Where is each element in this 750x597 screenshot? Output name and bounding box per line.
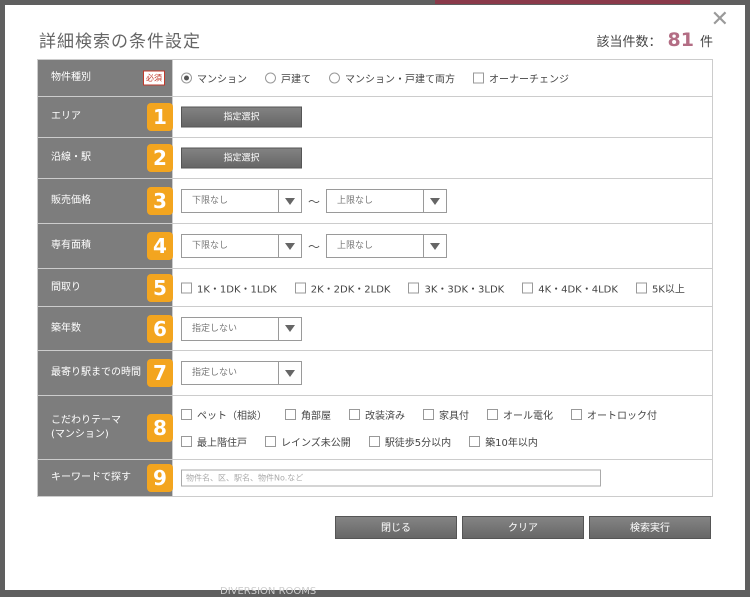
step-number-badge: 2 [147, 144, 173, 172]
keyword-label: キーワードで探す [51, 472, 131, 483]
checkbox-icon [181, 435, 192, 447]
price-label: 販売価格 [51, 195, 91, 206]
step-number-badge: 8 [147, 413, 173, 442]
page-title: 詳細検索の条件設定 [39, 32, 201, 52]
radio-both[interactable]: マンション・戸建て両方 [329, 71, 455, 86]
row-station-time: 最寄り駅までの時間 7 指定しない [37, 350, 713, 396]
dropdown-arrow-icon [278, 362, 301, 384]
checkbox-icon [181, 408, 192, 420]
checkbox-icon [285, 408, 296, 420]
price-max-select[interactable]: 上限なし [326, 189, 448, 213]
row-layout: 間取り 5 1K・1DK・1LDK 2K・2DK・2LDK 3K・3DK・3LD… [37, 268, 713, 307]
result-count-unit: 件 [699, 35, 713, 50]
result-count: 該当件数： 81 件 [597, 29, 713, 51]
checkbox-pet[interactable]: ペット（相談） [181, 407, 267, 422]
checkbox-furnished[interactable]: 家具付 [423, 407, 469, 422]
checkbox-icon [368, 435, 380, 447]
line-select-button[interactable]: 指定選択 [181, 147, 302, 169]
checkbox-reins-unlisted[interactable]: レインズ未公開 [265, 434, 351, 449]
row-floor-area: 専有面積 4 下限なし ～ 上限なし [37, 223, 713, 269]
age-select[interactable]: 指定しない [181, 316, 302, 341]
radio-house[interactable]: 戸建て [265, 71, 311, 86]
background-text: DIVERSION ROOMS [220, 586, 317, 597]
background-header-bar [435, 0, 690, 4]
step-number-badge: 4 [147, 232, 173, 260]
checkbox-5k[interactable]: 5K以上 [635, 280, 685, 295]
checkbox-icon [469, 435, 481, 447]
age-label: 築年数 [51, 322, 81, 334]
checkbox-corner-room[interactable]: 角部屋 [285, 407, 331, 422]
station-time-label: 最寄り駅までの時間 [51, 367, 141, 378]
checkbox-within-10yrs[interactable]: 築10年以内 [469, 434, 538, 449]
search-button[interactable]: 検索実行 [589, 516, 711, 539]
required-badge: 必須 [143, 70, 165, 86]
row-theme: こだわりテーマ (マンション) 8 ペット（相談） 角部屋 改装済み 家具付 オー… [37, 395, 713, 460]
theme-label: こだわりテーマ (マンション) [51, 414, 121, 440]
checkbox-4k[interactable]: 4K・4DK・4LDK [522, 280, 618, 295]
checkbox-icon [473, 72, 484, 84]
property-type-label: 物件種別 [51, 72, 91, 83]
row-property-type: 物件種別 必須 マンション 戸建て マンション・戸建て両方 オーナーチェンジ [37, 59, 713, 97]
step-number-badge: 1 [147, 103, 173, 131]
result-count-value: 81 [667, 29, 694, 51]
checkbox-all-electric[interactable]: オール電化 [487, 407, 553, 422]
clear-button[interactable]: クリア [462, 516, 584, 539]
checkbox-autolock[interactable]: オートロック付 [571, 407, 657, 422]
row-area: エリア 1 指定選択 [37, 96, 713, 138]
checkbox-icon [181, 282, 192, 293]
area-select-button[interactable]: 指定選択 [181, 106, 302, 128]
search-form-table: 物件種別 必須 マンション 戸建て マンション・戸建て両方 オーナーチェンジ エ… [37, 59, 713, 497]
checkbox-icon [349, 408, 360, 420]
checkbox-icon [408, 282, 420, 293]
checkbox-icon [423, 408, 434, 420]
checkbox-renovated[interactable]: 改装済み [349, 407, 405, 422]
checkbox-1k[interactable]: 1K・1DK・1LDK [181, 280, 277, 295]
radio-icon [329, 72, 340, 84]
checkbox-top-floor[interactable]: 最上階住戸 [181, 434, 247, 449]
dropdown-arrow-icon [278, 190, 301, 212]
checkbox-station-5min[interactable]: 駅徒歩5分以内 [368, 434, 451, 449]
dropdown-arrow-icon [278, 235, 301, 257]
close-button[interactable]: 閉じる [335, 516, 457, 539]
row-price: 販売価格 3 下限なし ～ 上限なし [37, 178, 713, 224]
checkbox-icon [294, 282, 306, 293]
floor-area-max-select[interactable]: 上限なし [326, 234, 448, 258]
result-count-label: 該当件数： [596, 35, 662, 50]
dropdown-arrow-icon [423, 190, 446, 212]
row-keyword: キーワードで探す 9 [37, 459, 713, 497]
range-tilde: ～ [308, 194, 321, 209]
line-label: 沿線・駅 [51, 152, 91, 163]
row-building-age: 築年数 6 指定しない [37, 306, 713, 351]
search-condition-modal: ✕ 詳細検索の条件設定 該当件数： 81 件 物件種別 必須 マンション 戸建て マ… [5, 5, 745, 590]
range-tilde: ～ [308, 239, 321, 254]
row-line-station: 沿線・駅 2 指定選択 [37, 137, 713, 179]
checkbox-icon [487, 408, 498, 420]
step-number-badge: 9 [147, 464, 173, 492]
checkbox-icon [635, 282, 647, 293]
close-icon[interactable]: ✕ [711, 9, 729, 31]
checkbox-icon [522, 282, 534, 293]
checkbox-icon [571, 408, 582, 420]
area-label: エリア [51, 111, 81, 122]
step-number-badge: 6 [147, 314, 173, 343]
step-number-badge: 3 [147, 187, 173, 215]
floor-area-min-select[interactable]: 下限なし [181, 234, 302, 258]
radio-selected-icon [181, 72, 192, 84]
step-number-badge: 5 [147, 273, 173, 302]
dropdown-arrow-icon [278, 317, 301, 340]
checkbox-3k[interactable]: 3K・3DK・3LDK [408, 280, 504, 295]
price-min-select[interactable]: 下限なし [181, 189, 302, 213]
radio-mansion[interactable]: マンション [181, 71, 247, 86]
checkbox-owner-change[interactable]: オーナーチェンジ [473, 71, 569, 86]
dropdown-arrow-icon [423, 235, 446, 257]
keyword-input[interactable] [181, 469, 601, 487]
checkbox-2k[interactable]: 2K・2DK・2LDK [294, 280, 390, 295]
floor-area-label: 専有面積 [51, 240, 91, 251]
checkbox-icon [265, 435, 276, 447]
step-number-badge: 7 [147, 359, 173, 387]
station-time-select[interactable]: 指定しない [181, 361, 302, 385]
radio-icon [265, 72, 276, 84]
layout-label: 間取り [51, 281, 81, 293]
